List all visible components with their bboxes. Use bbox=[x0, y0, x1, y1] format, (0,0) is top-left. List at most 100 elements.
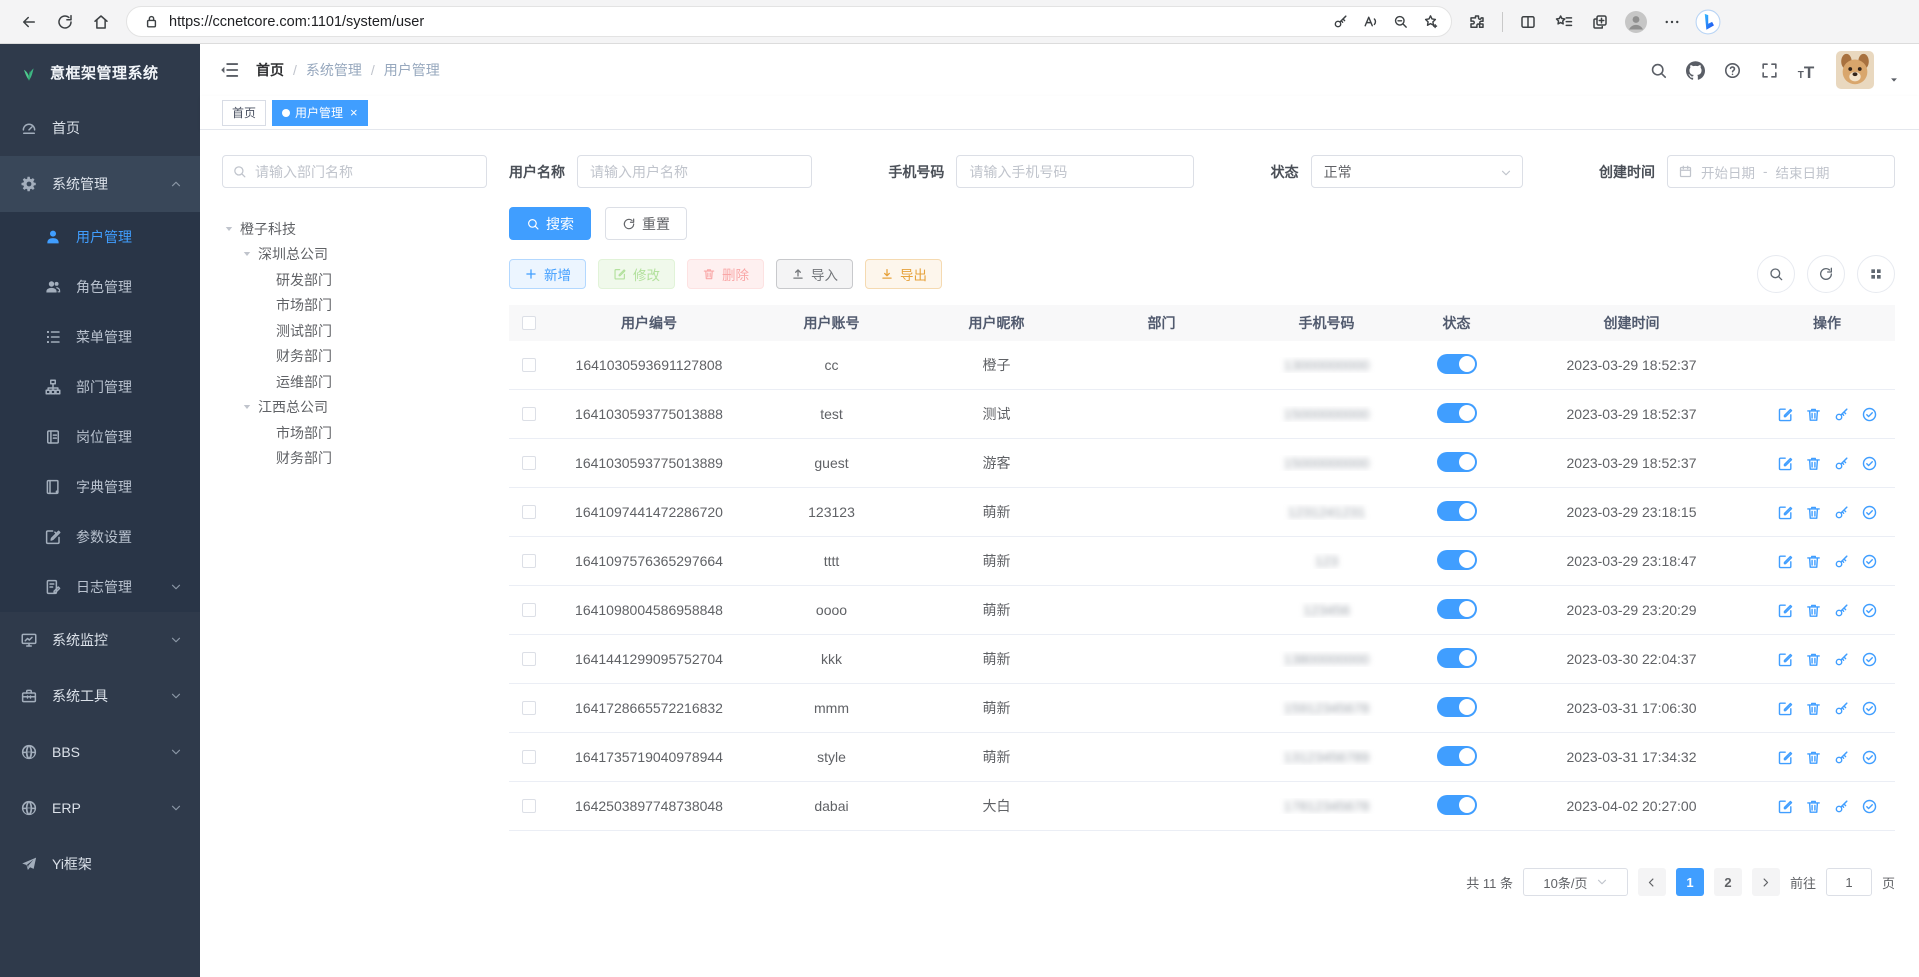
bing-icon[interactable] bbox=[1693, 7, 1723, 37]
read-aloud-icon[interactable] bbox=[1355, 7, 1385, 37]
tag-close-icon[interactable]: × bbox=[350, 105, 358, 120]
check-circle-icon[interactable] bbox=[1861, 700, 1878, 717]
sidebar-item-erp[interactable]: ERP bbox=[0, 780, 200, 836]
export-button[interactable]: 导出 bbox=[865, 259, 942, 289]
add-favorite-icon[interactable] bbox=[1415, 7, 1445, 37]
goto-page-input[interactable] bbox=[1826, 868, 1872, 896]
tree-node[interactable]: 运维部门 bbox=[222, 369, 487, 395]
check-circle-icon[interactable] bbox=[1861, 504, 1878, 521]
status-toggle[interactable] bbox=[1437, 403, 1477, 423]
url-text[interactable]: https://ccnetcore.com:1101/system/user bbox=[169, 14, 1325, 30]
refresh-icon[interactable] bbox=[50, 7, 80, 37]
row-checkbox[interactable] bbox=[522, 358, 536, 372]
username-input[interactable] bbox=[577, 155, 812, 188]
status-toggle[interactable] bbox=[1437, 452, 1477, 472]
avatar-caret-icon[interactable] bbox=[1889, 72, 1899, 82]
key-icon[interactable] bbox=[1833, 700, 1850, 717]
check-circle-icon[interactable] bbox=[1861, 553, 1878, 570]
edit-pen-icon[interactable] bbox=[1777, 700, 1794, 717]
user-avatar[interactable] bbox=[1836, 51, 1874, 89]
key-icon[interactable] bbox=[1833, 504, 1850, 521]
row-checkbox[interactable] bbox=[522, 750, 536, 764]
edit-pen-icon[interactable] bbox=[1777, 406, 1794, 423]
sidebar-item-home[interactable]: 首页 bbox=[0, 100, 200, 156]
sidebar-item-log[interactable]: 日志管理 bbox=[0, 562, 200, 612]
edit-pen-icon[interactable] bbox=[1777, 749, 1794, 766]
trash-icon[interactable] bbox=[1805, 651, 1822, 668]
row-checkbox[interactable] bbox=[522, 603, 536, 617]
delete-button[interactable]: 删除 bbox=[687, 259, 764, 289]
edit-pen-icon[interactable] bbox=[1777, 651, 1794, 668]
split-screen-icon[interactable] bbox=[1513, 7, 1543, 37]
key-icon[interactable] bbox=[1833, 651, 1850, 668]
select-all-checkbox[interactable] bbox=[522, 316, 536, 330]
sidebar-item-role[interactable]: 角色管理 bbox=[0, 262, 200, 312]
key-icon[interactable] bbox=[1833, 455, 1850, 472]
status-toggle[interactable] bbox=[1437, 550, 1477, 570]
sidebar-item-tool[interactable]: 系统工具 bbox=[0, 668, 200, 724]
tree-node[interactable]: 深圳总公司 bbox=[222, 242, 487, 268]
trash-icon[interactable] bbox=[1805, 553, 1822, 570]
row-checkbox[interactable] bbox=[522, 799, 536, 813]
tree-expand-icon[interactable] bbox=[240, 400, 254, 414]
sidebar-item-bbs[interactable]: BBS bbox=[0, 724, 200, 780]
next-page-button[interactable] bbox=[1752, 868, 1780, 896]
fullscreen-icon[interactable] bbox=[1758, 59, 1780, 81]
status-toggle[interactable] bbox=[1437, 795, 1477, 815]
extensions-icon[interactable] bbox=[1462, 7, 1492, 37]
check-circle-icon[interactable] bbox=[1861, 651, 1878, 668]
font-size-icon[interactable]: TT bbox=[1795, 59, 1817, 81]
edit-pen-icon[interactable] bbox=[1777, 798, 1794, 815]
sidebar-item-post[interactable]: 岗位管理 bbox=[0, 412, 200, 462]
key-icon[interactable] bbox=[1833, 602, 1850, 619]
status-select[interactable]: 正常 bbox=[1311, 155, 1523, 188]
trash-icon[interactable] bbox=[1805, 798, 1822, 815]
table-tool-grid-icon[interactable] bbox=[1857, 255, 1895, 293]
tree-node[interactable]: 财务部门 bbox=[222, 446, 487, 472]
tree-node[interactable]: 江西总公司 bbox=[222, 395, 487, 421]
key-icon[interactable] bbox=[1833, 749, 1850, 766]
breadcrumb-item[interactable]: 系统管理 bbox=[306, 60, 362, 80]
edit-pen-icon[interactable] bbox=[1777, 602, 1794, 619]
sidebar-item-dept[interactable]: 部门管理 bbox=[0, 362, 200, 412]
tree-node[interactable]: 财务部门 bbox=[222, 344, 487, 370]
zoom-out-icon[interactable] bbox=[1385, 7, 1415, 37]
tree-expand-icon[interactable] bbox=[240, 247, 254, 261]
back-icon[interactable] bbox=[14, 7, 44, 37]
tree-node[interactable]: 市场部门 bbox=[222, 420, 487, 446]
tag-active[interactable]: 用户管理× bbox=[272, 100, 368, 126]
row-checkbox[interactable] bbox=[522, 407, 536, 421]
sidebar-item-user[interactable]: 用户管理 bbox=[0, 212, 200, 262]
browser-profile-icon[interactable] bbox=[1621, 7, 1651, 37]
search-button[interactable]: 搜索 bbox=[509, 207, 591, 240]
page-size-select[interactable]: 10条/页 bbox=[1523, 868, 1628, 896]
check-circle-icon[interactable] bbox=[1861, 406, 1878, 423]
breadcrumb-item[interactable]: 首页 bbox=[256, 60, 284, 80]
tree-node[interactable]: 测试部门 bbox=[222, 318, 487, 344]
favorites-icon[interactable] bbox=[1549, 7, 1579, 37]
row-checkbox[interactable] bbox=[522, 652, 536, 666]
row-checkbox[interactable] bbox=[522, 456, 536, 470]
status-toggle[interactable] bbox=[1437, 354, 1477, 374]
sidebar-item-monitor[interactable]: 系统监控 bbox=[0, 612, 200, 668]
sidebar-item-system[interactable]: 系统管理 bbox=[0, 156, 200, 212]
status-toggle[interactable] bbox=[1437, 599, 1477, 619]
trash-icon[interactable] bbox=[1805, 749, 1822, 766]
trash-icon[interactable] bbox=[1805, 406, 1822, 423]
edit-pen-icon[interactable] bbox=[1777, 504, 1794, 521]
row-checkbox[interactable] bbox=[522, 505, 536, 519]
home-icon[interactable] bbox=[86, 7, 116, 37]
edit-pen-icon[interactable] bbox=[1777, 455, 1794, 472]
import-button[interactable]: 导入 bbox=[776, 259, 853, 289]
page-button-1[interactable]: 1 bbox=[1676, 868, 1704, 896]
reset-button[interactable]: 重置 bbox=[605, 207, 687, 240]
status-toggle[interactable] bbox=[1437, 501, 1477, 521]
fold-sidebar-icon[interactable] bbox=[218, 59, 240, 81]
prev-page-button[interactable] bbox=[1638, 868, 1666, 896]
status-toggle[interactable] bbox=[1437, 746, 1477, 766]
trash-icon[interactable] bbox=[1805, 455, 1822, 472]
page-button-2[interactable]: 2 bbox=[1714, 868, 1742, 896]
sidebar-item-menu[interactable]: 菜单管理 bbox=[0, 312, 200, 362]
collections-icon[interactable] bbox=[1585, 7, 1615, 37]
trash-icon[interactable] bbox=[1805, 602, 1822, 619]
